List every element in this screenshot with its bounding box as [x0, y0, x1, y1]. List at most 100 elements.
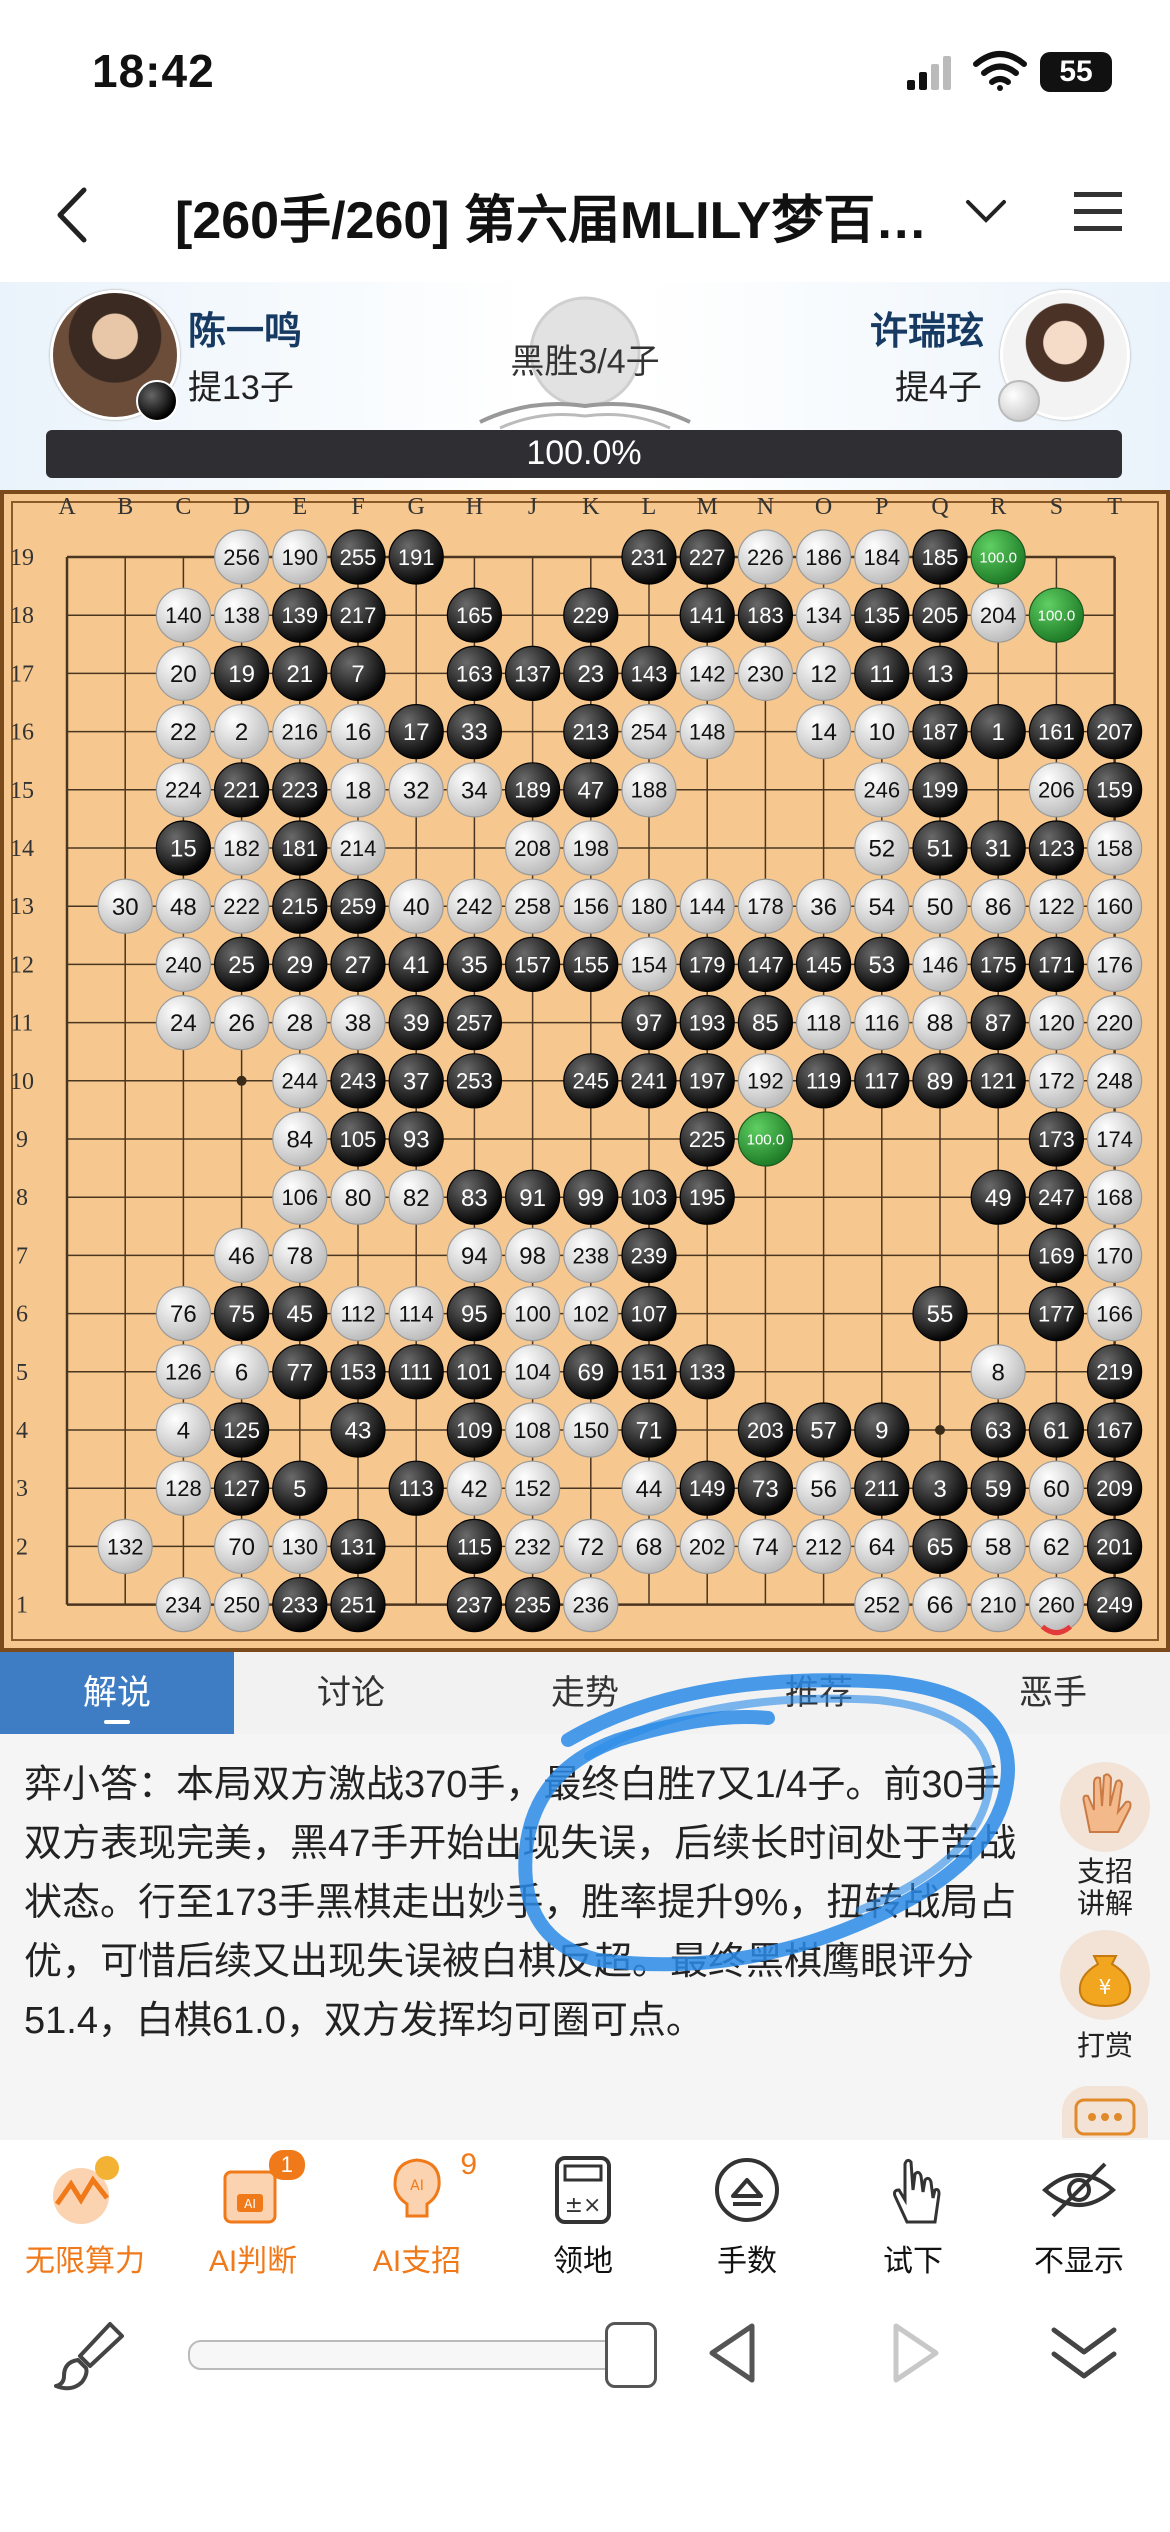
- territory-button[interactable]: ±× 领地: [508, 2150, 658, 2280]
- move-number: 73: [752, 1476, 779, 1503]
- go-board-canvas[interactable]: A B C D E F G H J K L M N O P Q R S T191817161514131211109…: [0, 490, 1170, 1652]
- move-number: 148: [689, 720, 726, 745]
- move-number: 14: [810, 719, 837, 746]
- toolbar-label: 试下: [883, 2245, 943, 2278]
- game-result: 黑胜3/4子: [510, 343, 660, 381]
- row-label: 19: [10, 545, 34, 571]
- next-move-icon[interactable]: [878, 2318, 948, 2388]
- move-number-button[interactable]: 手数: [672, 2150, 822, 2280]
- move-number: 107: [631, 1302, 668, 1327]
- move-number: 223: [281, 778, 318, 803]
- back-button[interactable]: [48, 180, 98, 250]
- try-move-icon: [873, 2150, 953, 2230]
- move-number: 248: [1096, 1069, 1133, 1094]
- move-number: 125: [223, 1418, 260, 1443]
- move-number: 11: [869, 661, 894, 688]
- row-label: 11: [10, 1011, 33, 1037]
- paint-brush-icon[interactable]: [50, 2316, 130, 2396]
- column-label: Q: [931, 494, 948, 520]
- chevron-down-icon[interactable]: [960, 192, 1012, 232]
- move-number: 195: [689, 1185, 726, 1210]
- move-slider[interactable]: [188, 2340, 652, 2370]
- black-stone-icon: [136, 380, 178, 422]
- tab-bad-moves[interactable]: 恶手: [936, 1652, 1170, 1734]
- more-options-icon[interactable]: [1062, 2086, 1148, 2138]
- move-number: 210: [980, 1593, 1017, 1618]
- toolbar-label: 不显示: [1034, 2245, 1124, 2278]
- ai-hint-button[interactable]: AI 9 AI支招: [342, 2148, 492, 2280]
- row-label: 5: [16, 1360, 28, 1386]
- move-number: 61: [1043, 1418, 1070, 1445]
- move-number-icon: [707, 2150, 787, 2230]
- move-number: 56: [810, 1476, 837, 1503]
- move-number: 234: [165, 1593, 202, 1618]
- move-number: 35: [461, 952, 488, 979]
- move-number: 95: [461, 1301, 488, 1328]
- tip-button[interactable]: ¥ 打赏: [1052, 1930, 1158, 2064]
- move-number: 239: [631, 1243, 668, 1268]
- previous-move-icon[interactable]: [700, 2318, 770, 2388]
- move-number: 155: [572, 952, 609, 977]
- hide-button[interactable]: 不显示: [1004, 2150, 1154, 2280]
- column-label: L: [642, 494, 657, 520]
- move-number: 23: [577, 661, 604, 688]
- move-number: 87: [985, 1010, 1012, 1037]
- page-title[interactable]: [260手/260] 第六届MLILY梦百…: [175, 178, 927, 253]
- move-number: 24: [170, 1010, 197, 1037]
- move-number: 167: [1096, 1418, 1133, 1443]
- move-number: 180: [631, 894, 668, 919]
- move-number: 122: [1038, 894, 1075, 919]
- tab-recommend[interactable]: 推荐: [702, 1652, 936, 1734]
- move-number: 38: [345, 1010, 372, 1037]
- move-number: 160: [1096, 894, 1133, 919]
- move-number: 89: [927, 1068, 954, 1095]
- column-label: F: [351, 494, 364, 520]
- move-number: 178: [747, 894, 784, 919]
- move-number: 249: [1096, 1593, 1133, 1618]
- ai-judge-button[interactable]: AI 1 AI判断: [178, 2150, 328, 2280]
- cellular-signal-icon: [907, 56, 951, 90]
- menu-button[interactable]: [1070, 186, 1126, 238]
- column-label: N: [757, 494, 774, 520]
- move-number: 2: [235, 719, 248, 746]
- move-number: 132: [107, 1534, 144, 1559]
- tab-discussion[interactable]: 讨论: [234, 1652, 468, 1734]
- move-number: 156: [572, 894, 609, 919]
- column-label: S: [1050, 494, 1063, 520]
- move-number: 9: [875, 1418, 888, 1445]
- move-slider-thumb[interactable]: [605, 2322, 657, 2388]
- tab-trend[interactable]: 走势: [468, 1652, 702, 1734]
- move-number: 49: [985, 1185, 1012, 1212]
- move-number: 62: [1043, 1534, 1070, 1561]
- move-number: 229: [572, 603, 609, 628]
- move-number: 260: [1038, 1593, 1075, 1618]
- column-label: A: [58, 494, 76, 520]
- toolbar-label: AI判断: [208, 2245, 298, 2278]
- move-number: 93: [403, 1127, 430, 1154]
- move-number: 130: [281, 1534, 318, 1559]
- infinite-compute-icon: [45, 2150, 125, 2230]
- hint-explain-button[interactable]: 支招 讲解: [1052, 1762, 1158, 1920]
- move-number: 53: [868, 952, 895, 979]
- move-number: 251: [340, 1593, 377, 1618]
- move-number: 255: [340, 545, 377, 570]
- move-number: 224: [165, 778, 202, 803]
- move-number: 88: [927, 1010, 954, 1037]
- try-move-button[interactable]: 试下: [838, 2150, 988, 2280]
- move-number: 28: [286, 1010, 313, 1037]
- move-number: 8: [992, 1359, 1005, 1386]
- move-number: 173: [1038, 1127, 1075, 1152]
- infinite-compute-button[interactable]: 无限算力: [10, 2150, 160, 2280]
- move-number: 12: [810, 661, 837, 688]
- move-number: 215: [281, 894, 318, 919]
- collapse-chevron-icon[interactable]: [1046, 2318, 1122, 2388]
- move-number: 212: [805, 1534, 842, 1559]
- move-number: 211: [864, 1476, 899, 1501]
- move-number: 243: [340, 1069, 377, 1094]
- move-number: 205: [922, 603, 959, 628]
- tab-commentary[interactable]: 解说: [0, 1652, 234, 1734]
- move-number: 42: [461, 1476, 488, 1503]
- move-number: 13: [927, 661, 954, 688]
- go-board[interactable]: A B C D E F G H J K L M N O P Q R S T 19 18 17 16 15 14 13 12 11 10 9…: [0, 490, 1170, 1652]
- move-number: 134: [805, 603, 842, 628]
